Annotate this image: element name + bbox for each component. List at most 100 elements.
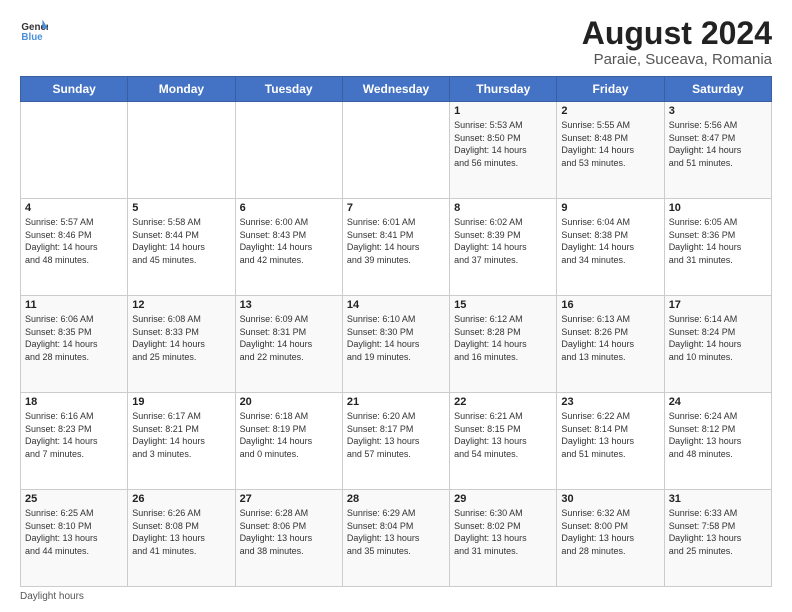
calendar-cell: 16 Sunrise: 6:13 AM Sunset: 8:26 PM Dayli… bbox=[557, 296, 664, 393]
day-number: 30 bbox=[561, 493, 659, 505]
day-info: Sunrise: 6:00 AM Sunset: 8:43 PM Dayligh… bbox=[240, 216, 338, 266]
calendar-cell: 11 Sunrise: 6:06 AM Sunset: 8:35 PM Dayli… bbox=[21, 296, 128, 393]
calendar-day-header: Wednesday bbox=[342, 77, 449, 102]
main-title: August 2024 bbox=[582, 16, 772, 51]
calendar-cell: 21Sunrise: 6:20 AM Sunset: 8:17 PM Dayli… bbox=[342, 393, 449, 490]
day-number: 4 bbox=[25, 202, 123, 214]
day-number: 15 bbox=[454, 299, 552, 311]
day-info: Sunrise: 6:13 AM Sunset: 8:26 PM Dayligh… bbox=[561, 313, 659, 363]
day-number: 28 bbox=[347, 493, 445, 505]
day-number: 13 bbox=[240, 299, 338, 311]
day-number: 3 bbox=[669, 105, 767, 117]
day-info: Sunrise: 5:56 AM Sunset: 8:47 PM Dayligh… bbox=[669, 119, 767, 169]
day-info: Sunrise: 6:09 AM Sunset: 8:31 PM Dayligh… bbox=[240, 313, 338, 363]
footer-note: Daylight hours bbox=[20, 591, 772, 602]
day-info: Sunrise: 6:05 AM Sunset: 8:36 PM Dayligh… bbox=[669, 216, 767, 266]
calendar-cell: 1 Sunrise: 5:53 AM Sunset: 8:50 PM Daylig… bbox=[450, 102, 557, 199]
calendar-week-row: 25 Sunrise: 6:25 AM Sunset: 8:10 PM Dayli… bbox=[21, 490, 772, 587]
day-number: 23 bbox=[561, 396, 659, 408]
day-info: Sunrise: 6:12 AM Sunset: 8:28 PM Dayligh… bbox=[454, 313, 552, 363]
calendar-cell: 8 Sunrise: 6:02 AM Sunset: 8:39 PM Daylig… bbox=[450, 199, 557, 296]
day-info: Sunrise: 6:02 AM Sunset: 8:39 PM Dayligh… bbox=[454, 216, 552, 266]
day-info: Sunrise: 6:08 AM Sunset: 8:33 PM Dayligh… bbox=[132, 313, 230, 363]
calendar-cell: 9 Sunrise: 6:04 AM Sunset: 8:38 PM Daylig… bbox=[557, 199, 664, 296]
day-number: 1 bbox=[454, 105, 552, 117]
calendar-week-row: 1 Sunrise: 5:53 AM Sunset: 8:50 PM Daylig… bbox=[21, 102, 772, 199]
day-info: Sunrise: 6:30 AM Sunset: 8:02 PM Dayligh… bbox=[454, 507, 552, 557]
day-info: Sunrise: 6:25 AM Sunset: 8:10 PM Dayligh… bbox=[25, 507, 123, 557]
day-number: 20 bbox=[240, 396, 338, 408]
calendar-week-row: 18Sunrise: 6:16 AM Sunset: 8:23 PM Dayli… bbox=[21, 393, 772, 490]
calendar-day-header: Saturday bbox=[664, 77, 771, 102]
day-info: Sunrise: 6:32 AM Sunset: 8:00 PM Dayligh… bbox=[561, 507, 659, 557]
day-info: Sunrise: 6:10 AM Sunset: 8:30 PM Dayligh… bbox=[347, 313, 445, 363]
calendar-cell: 10 Sunrise: 6:05 AM Sunset: 8:36 PM Dayli… bbox=[664, 199, 771, 296]
calendar-cell: 7 Sunrise: 6:01 AM Sunset: 8:41 PM Daylig… bbox=[342, 199, 449, 296]
day-info: Sunrise: 5:58 AM Sunset: 8:44 PM Dayligh… bbox=[132, 216, 230, 266]
day-number: 11 bbox=[25, 299, 123, 311]
calendar-cell: 4 Sunrise: 5:57 AM Sunset: 8:46 PM Daylig… bbox=[21, 199, 128, 296]
day-number: 6 bbox=[240, 202, 338, 214]
calendar-cell: 19 Sunrise: 6:17 AM Sunset: 8:21 PM Dayli… bbox=[128, 393, 235, 490]
day-info: Sunrise: 5:53 AM Sunset: 8:50 PM Dayligh… bbox=[454, 119, 552, 169]
calendar-header-row: SundayMondayTuesdayWednesdayThursdayFrid… bbox=[21, 77, 772, 102]
calendar-cell: 15 Sunrise: 6:12 AM Sunset: 8:28 PM Dayli… bbox=[450, 296, 557, 393]
day-info: Sunrise: 6:04 AM Sunset: 8:38 PM Dayligh… bbox=[561, 216, 659, 266]
day-number: 29 bbox=[454, 493, 552, 505]
day-number: 22 bbox=[454, 396, 552, 408]
day-number: 25 bbox=[25, 493, 123, 505]
calendar-cell: 29 Sunrise: 6:30 AM Sunset: 8:02 PM Dayli… bbox=[450, 490, 557, 587]
calendar-cell: 26Sunrise: 6:26 AM Sunset: 8:08 PM Dayli… bbox=[128, 490, 235, 587]
calendar-table: SundayMondayTuesdayWednesdayThursdayFrid… bbox=[20, 76, 772, 587]
day-info: Sunrise: 6:24 AM Sunset: 8:12 PM Dayligh… bbox=[669, 410, 767, 460]
calendar-day-header: Friday bbox=[557, 77, 664, 102]
title-block: August 2024 Paraie, Suceava, Romania bbox=[582, 16, 772, 68]
day-number: 10 bbox=[669, 202, 767, 214]
calendar-cell: 18Sunrise: 6:16 AM Sunset: 8:23 PM Dayli… bbox=[21, 393, 128, 490]
day-info: Sunrise: 5:55 AM Sunset: 8:48 PM Dayligh… bbox=[561, 119, 659, 169]
day-number: 17 bbox=[669, 299, 767, 311]
day-info: Sunrise: 6:22 AM Sunset: 8:14 PM Dayligh… bbox=[561, 410, 659, 460]
calendar-cell: 2Sunrise: 5:55 AM Sunset: 8:48 PM Daylig… bbox=[557, 102, 664, 199]
calendar-cell: 22Sunrise: 6:21 AM Sunset: 8:15 PM Dayli… bbox=[450, 393, 557, 490]
calendar-cell: 24Sunrise: 6:24 AM Sunset: 8:12 PM Dayli… bbox=[664, 393, 771, 490]
day-info: Sunrise: 6:01 AM Sunset: 8:41 PM Dayligh… bbox=[347, 216, 445, 266]
day-number: 12 bbox=[132, 299, 230, 311]
calendar-cell: 25 Sunrise: 6:25 AM Sunset: 8:10 PM Dayli… bbox=[21, 490, 128, 587]
calendar-cell: 14Sunrise: 6:10 AM Sunset: 8:30 PM Dayli… bbox=[342, 296, 449, 393]
calendar-cell bbox=[342, 102, 449, 199]
calendar-cell: 13 Sunrise: 6:09 AM Sunset: 8:31 PM Dayli… bbox=[235, 296, 342, 393]
day-info: Sunrise: 6:28 AM Sunset: 8:06 PM Dayligh… bbox=[240, 507, 338, 557]
calendar-day-header: Sunday bbox=[21, 77, 128, 102]
day-info: Sunrise: 6:18 AM Sunset: 8:19 PM Dayligh… bbox=[240, 410, 338, 460]
header: General Blue August 2024 Paraie, Suceava… bbox=[20, 16, 772, 68]
calendar-cell: 28 Sunrise: 6:29 AM Sunset: 8:04 PM Dayli… bbox=[342, 490, 449, 587]
day-info: Sunrise: 6:29 AM Sunset: 8:04 PM Dayligh… bbox=[347, 507, 445, 557]
day-info: Sunrise: 6:20 AM Sunset: 8:17 PM Dayligh… bbox=[347, 410, 445, 460]
day-number: 9 bbox=[561, 202, 659, 214]
calendar-cell: 27 Sunrise: 6:28 AM Sunset: 8:06 PM Dayli… bbox=[235, 490, 342, 587]
day-number: 5 bbox=[132, 202, 230, 214]
day-info: Sunrise: 6:17 AM Sunset: 8:21 PM Dayligh… bbox=[132, 410, 230, 460]
calendar-cell: 5 Sunrise: 5:58 AM Sunset: 8:44 PM Daylig… bbox=[128, 199, 235, 296]
calendar-cell: 31Sunrise: 6:33 AM Sunset: 7:58 PM Dayli… bbox=[664, 490, 771, 587]
day-number: 27 bbox=[240, 493, 338, 505]
calendar-cell: 20 Sunrise: 6:18 AM Sunset: 8:19 PM Dayli… bbox=[235, 393, 342, 490]
day-number: 19 bbox=[132, 396, 230, 408]
logo: General Blue bbox=[20, 16, 48, 44]
calendar-cell: 23 Sunrise: 6:22 AM Sunset: 8:14 PM Dayli… bbox=[557, 393, 664, 490]
day-number: 16 bbox=[561, 299, 659, 311]
calendar-cell bbox=[21, 102, 128, 199]
day-info: Sunrise: 6:16 AM Sunset: 8:23 PM Dayligh… bbox=[25, 410, 123, 460]
day-info: Sunrise: 6:06 AM Sunset: 8:35 PM Dayligh… bbox=[25, 313, 123, 363]
calendar-cell: 3 Sunrise: 5:56 AM Sunset: 8:47 PM Daylig… bbox=[664, 102, 771, 199]
calendar-week-row: 11 Sunrise: 6:06 AM Sunset: 8:35 PM Dayli… bbox=[21, 296, 772, 393]
day-info: Sunrise: 5:57 AM Sunset: 8:46 PM Dayligh… bbox=[25, 216, 123, 266]
calendar-cell: 30 Sunrise: 6:32 AM Sunset: 8:00 PM Dayli… bbox=[557, 490, 664, 587]
day-info: Sunrise: 6:14 AM Sunset: 8:24 PM Dayligh… bbox=[669, 313, 767, 363]
day-number: 31 bbox=[669, 493, 767, 505]
day-number: 7 bbox=[347, 202, 445, 214]
day-number: 8 bbox=[454, 202, 552, 214]
day-info: Sunrise: 6:26 AM Sunset: 8:08 PM Dayligh… bbox=[132, 507, 230, 557]
calendar-day-header: Monday bbox=[128, 77, 235, 102]
